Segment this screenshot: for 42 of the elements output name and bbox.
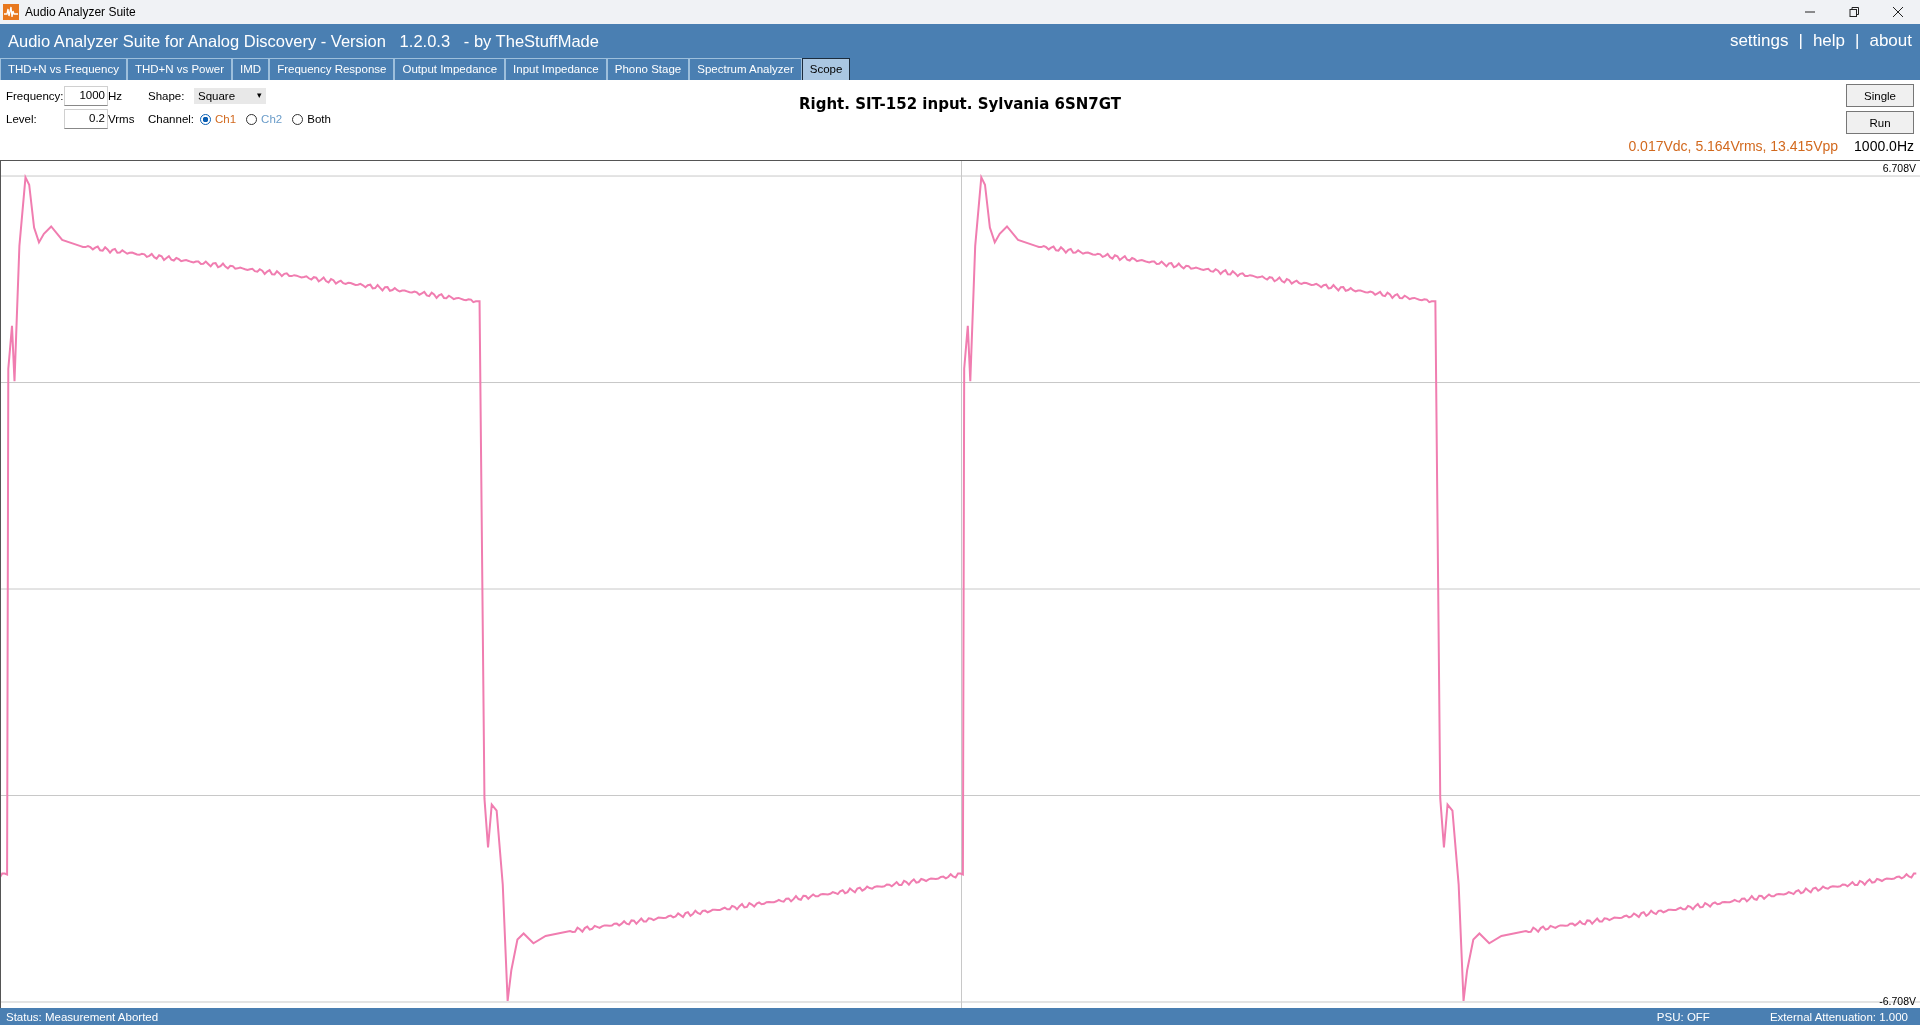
header-link[interactable]: help — [1812, 31, 1846, 51]
unit-label: Hz — [108, 90, 124, 102]
tab[interactable]: THD+N vs Frequency — [0, 58, 127, 80]
radio-label[interactable]: Ch1 — [215, 113, 237, 125]
frequency-readout: 1000.0Hz — [1854, 138, 1914, 154]
action-button[interactable]: Single — [1846, 84, 1914, 107]
tab[interactable]: Spectrum Analyzer — [689, 58, 802, 80]
field-label: Level: — [6, 113, 38, 125]
tab[interactable]: Scope — [801, 58, 851, 80]
field-label: Channel: — [148, 113, 194, 125]
link-separator: | — [1855, 31, 1860, 51]
status-text: Status: Measurement Aborted — [6, 1010, 159, 1023]
radio-label[interactable]: Ch2 — [261, 113, 283, 125]
app-logo-icon — [3, 4, 19, 20]
action-button[interactable]: Run — [1846, 111, 1914, 134]
field-label: Shape: — [148, 90, 186, 102]
radio-label[interactable]: Both — [307, 113, 331, 125]
level-field[interactable]: 0.2 — [64, 109, 108, 129]
tab[interactable]: THD+N vs Power — [126, 58, 233, 80]
frequency-field[interactable]: 1000 — [64, 86, 108, 106]
chart-title: Right. SIT-152 input. Sylvania 6SN7GT — [799, 95, 1121, 113]
psu-status: PSU: OFF — [1656, 1010, 1710, 1023]
link-separator: | — [1798, 31, 1803, 51]
attenuation-status: External Attenuation: 1.000 — [1769, 1010, 1908, 1023]
tab[interactable]: IMD — [232, 58, 270, 80]
shape-dropdown[interactable]: Square ▾ — [194, 88, 266, 104]
unit-label: Vrms — [108, 113, 136, 125]
tab[interactable]: Frequency Response — [269, 58, 395, 80]
axis-max-label: 6.708V — [1882, 162, 1916, 174]
app-heading: Audio Analyzer Suite for Analog Discovery - Version 1.2.0.3 - by TheStuffMade — [8, 31, 599, 51]
tab[interactable]: Output Impedance — [394, 58, 506, 80]
field-label: Frequency: — [6, 90, 64, 102]
window-title: Audio Analyzer Suite — [25, 5, 136, 19]
restore-icon[interactable] — [1848, 6, 1860, 18]
close-icon[interactable] — [1892, 6, 1904, 18]
header-link[interactable]: settings — [1729, 31, 1789, 51]
header-link[interactable]: about — [1869, 31, 1912, 51]
measurement-readout: 0.017Vdc, 5.164Vrms, 13.415Vpp — [1628, 138, 1839, 154]
tab[interactable]: Input Impedance — [505, 58, 607, 80]
tab[interactable]: Phono Stage — [606, 58, 690, 80]
axis-min-label: -6.708V — [1879, 995, 1916, 1007]
radio-button[interactable] — [200, 113, 211, 125]
